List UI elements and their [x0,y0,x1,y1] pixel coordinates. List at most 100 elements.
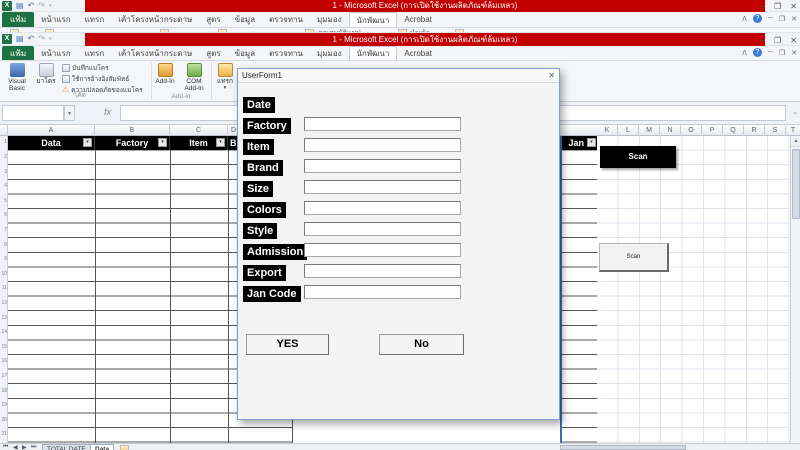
admission-input[interactable] [304,243,461,257]
next-sheet-icon[interactable]: ▶ [22,444,27,450]
ribbon-collapse-icon[interactable]: ᐱ [742,15,747,23]
maximize-button[interactable]: ❐ [774,36,781,45]
com-addins-button[interactable]: COM Add-In [179,63,209,97]
undo-icon[interactable]: ↶ [28,34,35,44]
column-header-t[interactable]: T [786,125,800,136]
tab-review[interactable]: ตรวจทาน [262,12,310,27]
tab-file[interactable]: แฟ้ม [2,12,34,27]
row-header[interactable]: 3 [0,169,7,175]
row-header[interactable]: 4 [0,183,7,189]
doc-minimize-button[interactable]: ─ [768,49,773,56]
row-header[interactable]: 5 [0,198,7,204]
doc-close-button[interactable]: ✕ [791,15,797,23]
jancode-input[interactable] [304,285,461,299]
column-header-c[interactable]: C [170,125,228,136]
formula-bar-expand-icon[interactable]: ⌄ [792,108,798,116]
row-header[interactable]: 9 [0,256,7,262]
tab-acrobat[interactable]: Acrobat [397,12,439,27]
row-header[interactable]: 14 [0,329,7,335]
doc-restore-button[interactable]: ❐ [779,15,785,23]
brand-input[interactable] [304,159,461,173]
table-header-jancode[interactable]: Jan Code ▾ [562,136,597,150]
save-icon[interactable]: ▤ [16,34,24,44]
no-button[interactable]: No [379,334,464,355]
sheet-tab-total-date[interactable]: TOTAL DATE [42,444,91,450]
filter-dropdown-icon[interactable]: ▾ [216,138,225,147]
item-input[interactable] [304,138,461,152]
tab-acrobat[interactable]: Acrobat [397,46,439,60]
column-header-p[interactable]: P [702,125,723,136]
tab-insert[interactable]: แทรก [78,12,112,27]
scan-label-shape[interactable]: Scan [600,146,676,168]
row-header[interactable]: 16 [0,358,7,364]
table-header-factory[interactable]: Factory ▾ [95,136,170,150]
vertical-scrollbar[interactable]: ▲ [790,136,800,443]
name-box[interactable] [2,105,64,121]
row-header[interactable]: 8 [0,242,7,248]
help-icon[interactable]: ? [753,14,762,23]
row-header[interactable]: 1 [0,139,7,145]
insert-controls-button[interactable]: แทรก ▼ [213,63,237,97]
tab-home[interactable]: หน้าแรก [34,12,78,27]
visual-basic-button[interactable]: Visual Basic [3,63,31,97]
tab-view[interactable]: มุมมอง [310,12,349,27]
tab-developer[interactable]: นักพัฒนา [349,12,398,27]
filter-dropdown-icon[interactable]: ▾ [83,138,92,147]
save-icon[interactable]: ▤ [16,1,24,11]
row-header[interactable]: 12 [0,300,7,306]
tab-formulas[interactable]: สูตร [199,12,227,27]
prev-sheet-icon[interactable]: ◀ [13,444,18,450]
tab-home[interactable]: หน้าแรก [34,46,78,60]
column-header-a[interactable]: A [8,125,95,136]
select-all-corner[interactable] [0,125,8,136]
row-header[interactable]: 17 [0,373,7,379]
table-header-item[interactable]: Item ▾ [170,136,228,150]
qat-dropdown-icon[interactable]: ▾ [49,34,52,44]
column-header-m[interactable]: M [639,125,660,136]
column-header-k[interactable]: K [597,125,618,136]
table-header-data[interactable]: Data ▾ [8,136,95,150]
first-sheet-icon[interactable]: ⏮ [3,444,8,450]
addins-button[interactable]: Add-In [153,63,177,97]
scroll-up-icon[interactable]: ▲ [791,136,800,147]
row-header[interactable]: 11 [0,285,7,291]
tab-data[interactable]: ข้อมูล [228,46,262,60]
tab-view[interactable]: มุมมอง [310,46,349,60]
row-header[interactable]: 10 [0,271,7,277]
tab-formulas[interactable]: สูตร [199,46,227,60]
colors-input[interactable] [304,201,461,215]
doc-minimize-button[interactable]: ─ [768,15,773,22]
sheet-tab-data[interactable]: Data [90,444,114,450]
tab-page-layout[interactable]: เค้าโครงหน้ากระดาษ [111,12,199,27]
name-box-dropdown-icon[interactable]: ▼ [64,105,75,121]
close-icon[interactable]: ✕ [548,71,555,81]
userform-titlebar[interactable]: UserForm1 ✕ [238,69,559,83]
ribbon-collapse-icon[interactable]: ᐱ [742,49,747,57]
row-header[interactable]: 13 [0,315,7,321]
size-input[interactable] [304,180,461,194]
tab-page-layout[interactable]: เค้าโครงหน้ากระดาษ [111,46,199,60]
column-header-q[interactable]: Q [723,125,744,136]
last-sheet-icon[interactable]: ⏭ [31,444,36,450]
row-headers[interactable]: 123456789101112131415161718192021 [0,136,8,443]
record-macro-button[interactable]: บันทึกแมโคร [62,63,143,73]
fx-icon[interactable]: fx [104,107,111,117]
row-header[interactable]: 2 [0,154,7,160]
row-header[interactable]: 15 [0,344,7,350]
row-header[interactable]: 6 [0,212,7,218]
column-header-o[interactable]: O [681,125,702,136]
row-header[interactable]: 21 [0,431,7,437]
filter-dropdown-icon[interactable]: ▾ [587,138,596,147]
column-header-b[interactable]: B [95,125,170,136]
tab-file[interactable]: แฟ้ม [2,46,34,60]
scan-button[interactable]: Scan [599,243,669,272]
relative-references-button[interactable]: ใช้การอ้างอิงสัมพัทธ์ [62,74,143,84]
row-header[interactable]: 7 [0,227,7,233]
close-button[interactable]: ✕ [790,36,797,45]
insert-worksheet-icon[interactable] [120,445,129,450]
vertical-scroll-thumb[interactable] [792,149,800,219]
horizontal-scroll-thumb[interactable] [560,445,686,450]
jancode-column-strip[interactable] [562,136,597,443]
undo-icon[interactable]: ↶ [28,1,35,11]
tab-insert[interactable]: แทรก [78,46,112,60]
